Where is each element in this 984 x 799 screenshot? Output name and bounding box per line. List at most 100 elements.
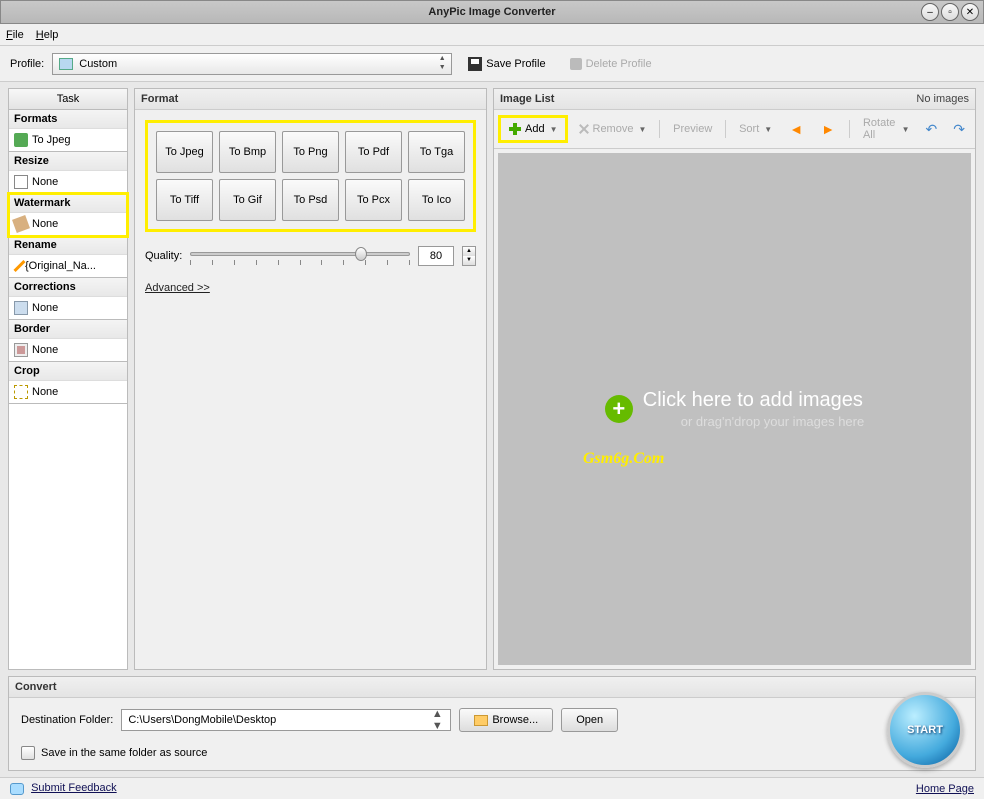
chevron-down-icon: ▼ (638, 125, 646, 134)
undo-icon: ↶ (926, 121, 938, 138)
profile-bar: Profile: Custom ▲▼ Save Profile Delete P… (0, 46, 984, 82)
task-group-formats: Formats To Jpeg (9, 110, 127, 152)
quality-label: Quality: (145, 250, 182, 262)
preview-button[interactable]: Preview (667, 120, 718, 138)
next-button[interactable]: ► (814, 118, 842, 140)
browse-button[interactable]: Browse... (459, 708, 553, 732)
convert-panel: Convert Destination Folder: C:\Users\Don… (8, 676, 976, 771)
same-folder-label: Save in the same folder as source (41, 747, 207, 759)
start-button[interactable]: START (887, 692, 963, 768)
task-group-resize: Resize None (9, 152, 127, 194)
task-item-rename[interactable]: {Original_Na... (9, 255, 127, 277)
arrow-right-icon: ► (820, 121, 836, 137)
format-button-to-png[interactable]: To Png (282, 131, 339, 173)
image-list-header: Image List (500, 93, 554, 105)
format-button-to-bmp[interactable]: To Bmp (219, 131, 276, 173)
task-sidebar: Task Formats To Jpeg Resize None Waterma… (8, 88, 128, 670)
prev-button[interactable]: ◄ (782, 118, 810, 140)
minimize-button[interactable]: – (921, 3, 939, 21)
arrow-left-icon: ◄ (788, 121, 804, 137)
task-item-formats[interactable]: To Jpeg (9, 129, 127, 151)
task-header: Task (8, 88, 128, 109)
save-profile-button[interactable]: Save Profile (460, 53, 553, 75)
watermark-icon (12, 215, 30, 233)
task-item-watermark[interactable]: None (9, 213, 127, 235)
profile-select[interactable]: Custom ▲▼ (52, 53, 452, 75)
dest-label: Destination Folder: (21, 714, 113, 726)
remove-button[interactable]: Remove ▼ (572, 120, 653, 138)
task-item-border[interactable]: None (9, 339, 127, 361)
format-button-to-pdf[interactable]: To Pdf (345, 131, 402, 173)
border-icon (14, 343, 28, 357)
format-button-to-gif[interactable]: To Gif (219, 179, 276, 221)
x-icon (578, 123, 590, 135)
profile-label: Profile: (10, 58, 44, 70)
quality-spinner[interactable]: ▲▼ (462, 246, 476, 266)
quality-input[interactable] (418, 246, 454, 266)
pencil-icon (13, 260, 25, 272)
open-button[interactable]: Open (561, 708, 618, 732)
chevron-down-icon: ▼ (902, 125, 910, 134)
quality-slider[interactable] (190, 246, 410, 266)
folder-icon (59, 58, 73, 70)
same-folder-checkbox[interactable] (21, 746, 35, 760)
task-group-corrections: Corrections None (9, 278, 127, 320)
folder-icon (474, 715, 488, 726)
format-button-to-pcx[interactable]: To Pcx (345, 179, 402, 221)
format-panel: Format To JpegTo BmpTo PngTo PdfTo TgaTo… (134, 88, 487, 670)
format-button-to-tga[interactable]: To Tga (408, 131, 465, 173)
resize-icon (14, 175, 28, 189)
image-list-status: No images (916, 93, 969, 105)
chevron-down-icon: ▼ (764, 125, 772, 134)
format-header: Format (135, 89, 486, 110)
sort-button[interactable]: Sort ▼ (733, 120, 778, 138)
add-circle-icon: + (605, 395, 633, 423)
redo-icon: ↷ (953, 121, 965, 138)
close-button[interactable]: ✕ (961, 3, 979, 21)
window-controls: – ▫ ✕ (921, 3, 979, 21)
drop-text-sub: or drag'n'drop your images here (681, 414, 864, 429)
maximize-button[interactable]: ▫ (941, 3, 959, 21)
home-page-link[interactable]: Home Page (916, 783, 974, 795)
save-icon (468, 57, 482, 71)
drop-text-main: Click here to add images (643, 389, 864, 412)
corrections-icon (14, 301, 28, 315)
chevron-down-icon: ▼ (550, 125, 558, 134)
task-group-watermark: Watermark None (9, 194, 127, 236)
image-list-panel: Image List No images Add ▼ Remove ▼ (493, 88, 976, 670)
delete-profile-button[interactable]: Delete Profile (562, 53, 660, 75)
drop-zone[interactable]: + Click here to add images or drag'n'dro… (498, 153, 971, 665)
menu-file[interactable]: File (6, 29, 24, 41)
plus-icon (508, 122, 522, 136)
convert-icon (14, 133, 28, 147)
task-item-resize[interactable]: None (9, 171, 127, 193)
undo-button[interactable]: ↶ (920, 118, 944, 141)
menu-help[interactable]: Help (36, 29, 59, 41)
convert-header: Convert (9, 677, 975, 698)
format-button-to-tiff[interactable]: To Tiff (156, 179, 213, 221)
add-button[interactable]: Add ▼ (502, 119, 564, 139)
destination-folder-input[interactable]: C:\Users\DongMobile\Desktop ▲▼ (121, 709, 451, 731)
task-group-crop: Crop None (9, 362, 127, 404)
profile-spinner[interactable]: ▲▼ (435, 55, 449, 73)
feedback-icon (10, 783, 24, 795)
titlebar: AnyPic Image Converter – ▫ ✕ (0, 0, 984, 24)
image-list-toolbar: Add ▼ Remove ▼ Preview Sort ▼ (494, 110, 975, 149)
task-group-rename: Rename {Original_Na... (9, 236, 127, 278)
format-button-to-jpeg[interactable]: To Jpeg (156, 131, 213, 173)
window-title: AnyPic Image Converter (428, 6, 555, 18)
task-item-corrections[interactable]: None (9, 297, 127, 319)
menubar: File Help (0, 24, 984, 46)
task-group-border: Border None (9, 320, 127, 362)
format-button-to-ico[interactable]: To Ico (408, 179, 465, 221)
dest-spinner[interactable]: ▲▼ (430, 708, 444, 732)
task-item-crop[interactable]: None (9, 381, 127, 403)
overlay-watermark: Gsm6g.Com (583, 450, 664, 468)
advanced-link[interactable]: Advanced >> (145, 282, 476, 294)
format-button-to-psd[interactable]: To Psd (282, 179, 339, 221)
slider-thumb[interactable] (355, 247, 367, 261)
rotate-all-button[interactable]: Rotate All ▼ (857, 114, 916, 144)
trash-icon (570, 58, 582, 70)
redo-button[interactable]: ↷ (947, 118, 971, 141)
submit-feedback-link[interactable]: Submit Feedback (31, 782, 117, 794)
